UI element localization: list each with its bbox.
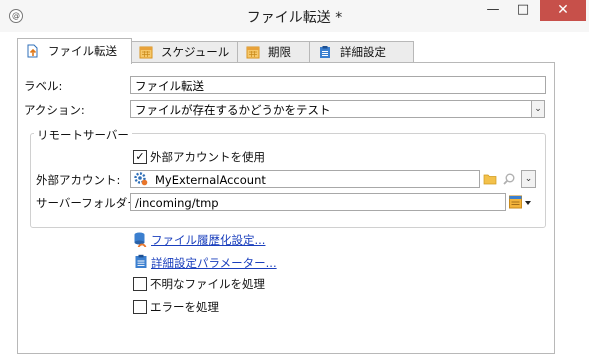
process-unknown-files-label: 不明なファイルを処理 <box>150 277 265 291</box>
use-external-account-label: 外部アカウントを使用 <box>150 150 265 164</box>
file-history-icon <box>134 232 147 247</box>
file-history-link[interactable]: ファイル履歴化設定... <box>151 232 265 248</box>
process-unknown-files-checkbox[interactable] <box>133 277 147 291</box>
process-errors-label: エラーを処理 <box>150 300 219 314</box>
label-input[interactable]: ファイル転送 <box>130 76 546 94</box>
use-external-account-checkbox[interactable]: ✓ <box>133 150 147 164</box>
search-icon[interactable] <box>502 172 516 186</box>
external-account-caption: 外部アカウント: <box>36 173 121 187</box>
clipboard-icon <box>135 254 147 268</box>
action-select[interactable]: ファイルが存在するかどうかをテスト <box>130 100 532 118</box>
chevron-down-icon[interactable]: ⌄ <box>521 170 536 188</box>
remote-server-legend: リモートサーバー <box>34 127 132 143</box>
server-folder-input[interactable]: /incoming/tmp <box>130 193 506 211</box>
process-errors-checkbox[interactable] <box>133 300 147 314</box>
folder-icon[interactable] <box>483 173 497 185</box>
chevron-down-icon[interactable]: ⌄ <box>531 100 545 118</box>
action-caption: アクション: <box>24 103 85 117</box>
form-area: ラベル: ファイル転送 アクション: ファイルが存在するかどうかをテスト ⌄ リ… <box>0 0 589 344</box>
server-folder-caption: サーバーフォルダー: <box>36 196 143 210</box>
advanced-params-link[interactable]: 詳細設定パラメーター... <box>151 255 277 271</box>
dialog-window: @ ファイル転送 * — □ ✕ ファイル転送 スケジュール 期限 詳細設定 ラ… <box>0 0 589 354</box>
label-caption: ラベル: <box>24 79 63 93</box>
variables-menu-icon[interactable] <box>509 195 533 209</box>
external-account-gear-icon <box>134 172 148 186</box>
external-account-field[interactable]: MyExternalAccount <box>130 170 480 188</box>
